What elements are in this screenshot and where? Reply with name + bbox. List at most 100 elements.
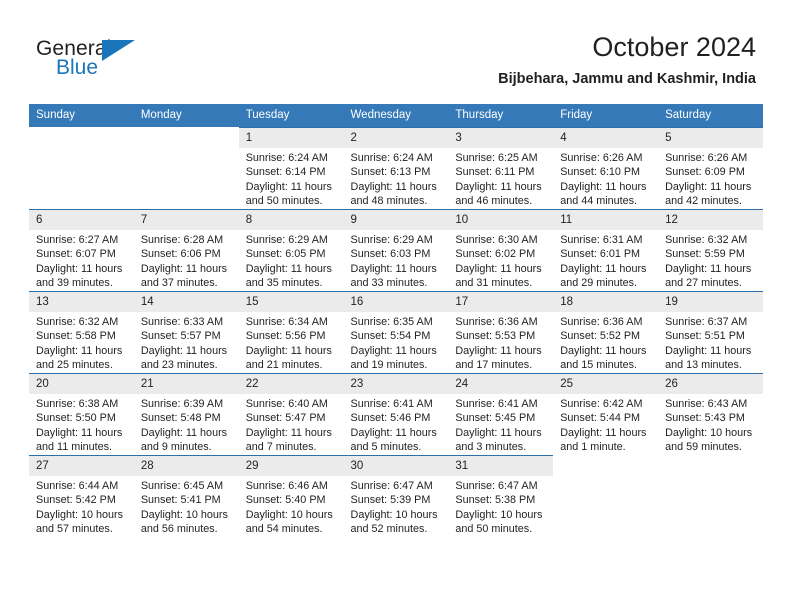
day-details: Sunrise: 6:33 AM Sunset: 5:57 PM Daylight:… bbox=[134, 312, 239, 373]
sunset-text: Sunset: 5:53 PM bbox=[455, 330, 536, 343]
sunrise-text: Sunrise: 6:35 AM bbox=[350, 316, 433, 328]
sunrise-text: Sunrise: 6:40 AM bbox=[245, 398, 328, 410]
calendar-week-row: 6 Sunrise: 6:27 AM Sunset: 6:07 PM Daylight… bbox=[29, 209, 763, 291]
calendar-day-cell[interactable]: 7 Sunrise: 6:28 AM Sunset: 6:06 PM Daylight… bbox=[133, 209, 239, 291]
day-number: 14 bbox=[133, 292, 239, 312]
calendar-day-cell[interactable]: 29 Sunrise: 6:46 AM Sunset: 5:40 PM Dayligh… bbox=[238, 455, 344, 537]
day-details: Sunrise: 6:30 AM Sunset: 6:02 PM Daylight:… bbox=[448, 230, 553, 291]
calendar-day-cell[interactable]: 12 Sunrise: 6:32 AM Sunset: 5:59 PM Dayligh… bbox=[658, 209, 763, 291]
calendar-day-cell[interactable]: 22 Sunrise: 6:40 AM Sunset: 5:47 PM Dayligh… bbox=[238, 373, 344, 455]
sunrise-text: Sunrise: 6:31 AM bbox=[560, 234, 643, 246]
calendar-week-row: 20 Sunrise: 6:38 AM Sunset: 5:50 PM Dayligh… bbox=[29, 373, 763, 455]
day-number: 11 bbox=[553, 210, 659, 230]
sunrise-text: Sunrise: 6:46 AM bbox=[245, 480, 328, 492]
calendar-day-cell[interactable]: 15 Sunrise: 6:34 AM Sunset: 5:56 PM Dayligh… bbox=[238, 291, 344, 373]
calendar-day-cell[interactable]: 16 Sunrise: 6:35 AM Sunset: 5:54 PM Dayligh… bbox=[343, 291, 449, 373]
day-details: Sunrise: 6:25 AM Sunset: 6:11 PM Daylight:… bbox=[448, 148, 553, 209]
sunset-text: Sunset: 5:39 PM bbox=[350, 494, 431, 507]
calendar-day-cell[interactable]: 10 Sunrise: 6:30 AM Sunset: 6:02 PM Dayligh… bbox=[448, 209, 554, 291]
calendar-day-cell[interactable]: 30 Sunrise: 6:47 AM Sunset: 5:39 PM Dayligh… bbox=[343, 455, 449, 537]
sunrise-text: Sunrise: 6:44 AM bbox=[36, 480, 119, 492]
day-number: 28 bbox=[133, 456, 239, 476]
sunrise-text: Sunrise: 6:36 AM bbox=[455, 316, 538, 328]
calendar-day-cell[interactable]: 8 Sunrise: 6:29 AM Sunset: 6:05 PM Daylight… bbox=[238, 209, 344, 291]
day-number: 8 bbox=[238, 210, 344, 230]
calendar-day-cell[interactable]: 21 Sunrise: 6:39 AM Sunset: 5:48 PM Dayligh… bbox=[133, 373, 239, 455]
daylight-text: Daylight: 11 hours and 13 minutes. bbox=[665, 344, 752, 372]
calendar-day-cell[interactable]: 17 Sunrise: 6:36 AM Sunset: 5:53 PM Dayligh… bbox=[448, 291, 554, 373]
calendar-week-row: 13 Sunrise: 6:32 AM Sunset: 5:58 PM Dayligh… bbox=[29, 291, 763, 373]
sunset-text: Sunset: 5:57 PM bbox=[140, 330, 221, 343]
weekday-header-sunday: Sunday bbox=[29, 104, 134, 127]
daylight-text: Daylight: 11 hours and 33 minutes. bbox=[350, 262, 437, 290]
sunset-text: Sunset: 5:44 PM bbox=[560, 412, 641, 425]
day-number: 29 bbox=[238, 456, 344, 476]
day-cell-inner: 29 Sunrise: 6:46 AM Sunset: 5:40 PM Dayligh… bbox=[238, 455, 344, 537]
calendar-day-cell[interactable]: 18 Sunrise: 6:36 AM Sunset: 5:52 PM Dayligh… bbox=[553, 291, 659, 373]
calendar-day-cell[interactable]: 14 Sunrise: 6:33 AM Sunset: 5:57 PM Dayligh… bbox=[133, 291, 239, 373]
daylight-text: Daylight: 11 hours and 27 minutes. bbox=[665, 262, 752, 290]
calendar-day-cell[interactable]: 27 Sunrise: 6:44 AM Sunset: 5:42 PM Dayligh… bbox=[29, 455, 134, 537]
day-details: Sunrise: 6:41 AM Sunset: 5:45 PM Daylight:… bbox=[448, 394, 553, 455]
sunrise-text: Sunrise: 6:30 AM bbox=[455, 234, 538, 246]
sunrise-text: Sunrise: 6:27 AM bbox=[36, 234, 119, 246]
day-details: Sunrise: 6:24 AM Sunset: 6:13 PM Daylight:… bbox=[344, 148, 449, 209]
calendar-day-cell[interactable]: 5 Sunrise: 6:26 AM Sunset: 6:09 PM Daylight… bbox=[658, 127, 763, 209]
day-cell-inner: 24 Sunrise: 6:41 AM Sunset: 5:45 PM Dayligh… bbox=[448, 373, 554, 455]
sunset-text: Sunset: 6:09 PM bbox=[665, 166, 745, 179]
calendar-day-cell[interactable]: 28 Sunrise: 6:45 AM Sunset: 5:41 PM Dayligh… bbox=[133, 455, 239, 537]
calendar-day-cell[interactable]: 23 Sunrise: 6:41 AM Sunset: 5:46 PM Dayligh… bbox=[343, 373, 449, 455]
calendar-day-cell[interactable]: 6 Sunrise: 6:27 AM Sunset: 6:07 PM Daylight… bbox=[29, 209, 134, 291]
day-cell-inner bbox=[658, 455, 763, 537]
day-number: 21 bbox=[133, 374, 239, 394]
calendar-day-cell[interactable]: 2 Sunrise: 6:24 AM Sunset: 6:13 PM Daylight… bbox=[343, 127, 449, 209]
day-details: Sunrise: 6:42 AM Sunset: 5:44 PM Daylight:… bbox=[553, 394, 658, 455]
day-details: Sunrise: 6:29 AM Sunset: 6:03 PM Daylight:… bbox=[344, 230, 449, 291]
calendar-day-cell[interactable]: 3 Sunrise: 6:25 AM Sunset: 6:11 PM Daylight… bbox=[448, 127, 554, 209]
day-details: Sunrise: 6:47 AM Sunset: 5:39 PM Daylight:… bbox=[344, 476, 449, 537]
calendar-day-cell[interactable]: 20 Sunrise: 6:38 AM Sunset: 5:50 PM Dayligh… bbox=[29, 373, 134, 455]
calendar-day-cell[interactable]: 25 Sunrise: 6:42 AM Sunset: 5:44 PM Dayligh… bbox=[553, 373, 659, 455]
sunrise-text: Sunrise: 6:36 AM bbox=[560, 316, 643, 328]
calendar-day-cell[interactable]: 1 Sunrise: 6:24 AM Sunset: 6:14 PM Daylight… bbox=[238, 127, 344, 209]
day-cell-inner: 1 Sunrise: 6:24 AM Sunset: 6:14 PM Daylight… bbox=[238, 127, 344, 209]
day-cell-inner bbox=[553, 455, 658, 537]
daylight-text: Daylight: 11 hours and 3 minutes. bbox=[455, 426, 542, 454]
sunrise-text: Sunrise: 6:47 AM bbox=[455, 480, 538, 492]
sunrise-text: Sunrise: 6:37 AM bbox=[665, 316, 748, 328]
day-number: 6 bbox=[29, 210, 134, 230]
daylight-text: Daylight: 10 hours and 52 minutes. bbox=[350, 508, 438, 536]
daylight-text: Daylight: 11 hours and 7 minutes. bbox=[245, 426, 332, 454]
daylight-text: Daylight: 11 hours and 11 minutes. bbox=[36, 426, 123, 454]
calendar-day-cell[interactable]: 19 Sunrise: 6:37 AM Sunset: 5:51 PM Dayligh… bbox=[658, 291, 763, 373]
sunset-text: Sunset: 5:38 PM bbox=[455, 494, 536, 507]
day-cell-inner: 2 Sunrise: 6:24 AM Sunset: 6:13 PM Daylight… bbox=[343, 127, 449, 209]
calendar-day-cell[interactable]: 11 Sunrise: 6:31 AM Sunset: 6:01 PM Dayligh… bbox=[553, 209, 659, 291]
day-number: 1 bbox=[238, 128, 344, 148]
sunset-text: Sunset: 5:43 PM bbox=[665, 412, 745, 425]
daylight-text: Daylight: 11 hours and 15 minutes. bbox=[560, 344, 647, 372]
logo-text-blue: Blue bbox=[56, 56, 99, 79]
title-block: October 2024 Bijbehara, Jammu and Kashmi… bbox=[498, 31, 756, 88]
day-cell-inner: 9 Sunrise: 6:29 AM Sunset: 6:03 PM Daylight… bbox=[343, 209, 449, 291]
sunrise-text: Sunrise: 6:45 AM bbox=[140, 480, 224, 492]
calendar-day-cell[interactable]: 31 Sunrise: 6:47 AM Sunset: 5:38 PM Dayligh… bbox=[448, 455, 554, 537]
day-cell-inner bbox=[134, 127, 239, 209]
calendar-day-cell[interactable]: 13 Sunrise: 6:32 AM Sunset: 5:58 PM Dayligh… bbox=[29, 291, 134, 373]
sunset-text: Sunset: 5:52 PM bbox=[560, 330, 641, 343]
sunrise-text: Sunrise: 6:34 AM bbox=[245, 316, 328, 328]
weekday-header-thursday: Thursday bbox=[448, 104, 554, 127]
sunset-text: Sunset: 6:10 PM bbox=[560, 166, 641, 179]
calendar-day-cell[interactable]: 26 Sunrise: 6:43 AM Sunset: 5:43 PM Dayligh… bbox=[658, 373, 763, 455]
calendar-day-cell[interactable]: 24 Sunrise: 6:41 AM Sunset: 5:45 PM Dayligh… bbox=[448, 373, 554, 455]
day-cell-inner: 18 Sunrise: 6:36 AM Sunset: 5:52 PM Dayligh… bbox=[553, 291, 659, 373]
day-cell-inner: 17 Sunrise: 6:36 AM Sunset: 5:53 PM Dayligh… bbox=[448, 291, 554, 373]
daylight-text: Daylight: 11 hours and 39 minutes. bbox=[36, 262, 123, 290]
day-cell-inner: 15 Sunrise: 6:34 AM Sunset: 5:56 PM Dayligh… bbox=[238, 291, 344, 373]
daylight-text: Daylight: 11 hours and 9 minutes. bbox=[140, 426, 228, 454]
calendar-day-cell[interactable]: 9 Sunrise: 6:29 AM Sunset: 6:03 PM Daylight… bbox=[343, 209, 449, 291]
calendar-empty-cell bbox=[553, 455, 659, 537]
calendar-day-cell[interactable]: 4 Sunrise: 6:26 AM Sunset: 6:10 PM Daylight… bbox=[553, 127, 659, 209]
calendar-week-row: 27 Sunrise: 6:44 AM Sunset: 5:42 PM Dayligh… bbox=[29, 455, 763, 537]
day-details: Sunrise: 6:31 AM Sunset: 6:01 PM Daylight:… bbox=[553, 230, 658, 291]
